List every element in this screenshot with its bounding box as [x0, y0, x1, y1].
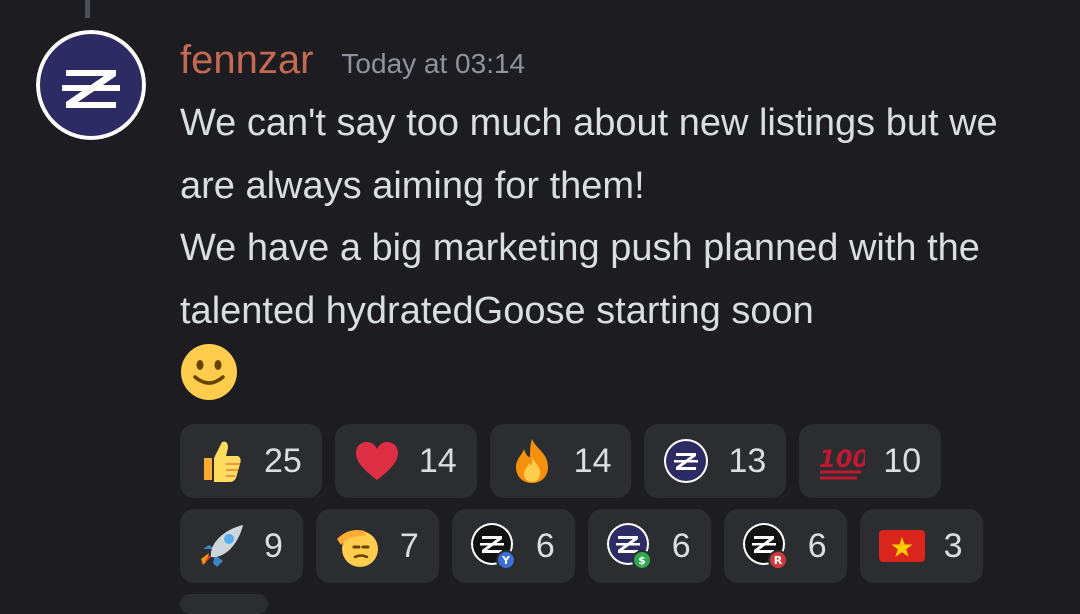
vietnam-flag-icon [878, 522, 926, 570]
message-line: We can't say too much about new listings… [180, 102, 998, 207]
reaction-count: 7 [399, 526, 419, 565]
svg-text:$: $ [638, 554, 646, 567]
message-line: We have a big marketing push planned wit… [180, 227, 980, 332]
fire-icon [508, 437, 556, 485]
reaction-zephyr-logo[interactable]: 13 [644, 424, 787, 498]
reactions-row: 25 14 14 13 100 10 [180, 424, 1060, 498]
message-header: fennzar Today at 03:14 [180, 38, 525, 88]
reaction-red-heart[interactable]: 14 [334, 424, 477, 498]
reaction-count: 13 [728, 441, 767, 480]
reactions-row: 9 7 Y 6 $ 6 R 6 3 [180, 509, 1060, 583]
username[interactable]: fennzar [180, 38, 313, 83]
reaction-count: 25 [264, 441, 302, 480]
reaction-zephyr-s[interactable]: $ 6 [587, 509, 711, 583]
thumbs-up-icon [198, 437, 246, 485]
saluting-face-icon [334, 522, 382, 570]
reaction-count: 3 [943, 526, 963, 565]
svg-text:Y: Y [501, 554, 511, 567]
reaction-partial[interactable] [180, 594, 268, 614]
zephyr-logo-icon [662, 437, 710, 485]
reaction-saluting-face[interactable]: 7 [315, 509, 439, 583]
reaction-count: 14 [418, 441, 457, 480]
reaction-zephyr-y[interactable]: Y 6 [451, 509, 575, 583]
reaction-count: 6 [807, 526, 827, 565]
svg-text:100: 100 [819, 445, 865, 473]
reply-thread-line [85, 0, 90, 18]
reaction-rocket[interactable]: 9 [180, 509, 303, 583]
hundred-points-icon: 100 [817, 437, 865, 485]
reaction-thumbs-up[interactable]: 25 [180, 424, 322, 498]
reaction-fire[interactable]: 14 [489, 424, 632, 498]
zephyr-r-icon: R [742, 522, 790, 570]
message-body: We can't say too much about new listings… [180, 92, 1060, 342]
red-heart-icon [353, 437, 401, 485]
zephyr-s-icon: $ [606, 522, 654, 570]
reaction-count: 9 [264, 526, 283, 565]
svg-text:R: R [773, 554, 782, 567]
timestamp: Today at 03:14 [341, 48, 526, 79]
reaction-count: 6 [671, 526, 691, 565]
reaction-count: 10 [883, 441, 922, 480]
reactions-bar: 25 14 14 13 100 10 9 7 Y 6 $ 6 R 6 3 [180, 424, 1060, 594]
slightly-smiling-face-icon [180, 343, 238, 401]
zephyr-y-icon: Y [470, 522, 518, 570]
reaction-vietnam-flag[interactable]: 3 [859, 509, 983, 583]
reaction-zephyr-r[interactable]: R 6 [723, 509, 847, 583]
rocket-icon [198, 522, 246, 570]
reaction-count: 14 [573, 441, 612, 480]
reaction-count: 6 [535, 526, 555, 565]
reaction-hundred-points[interactable]: 100 10 [799, 424, 942, 498]
avatar[interactable] [36, 30, 146, 140]
